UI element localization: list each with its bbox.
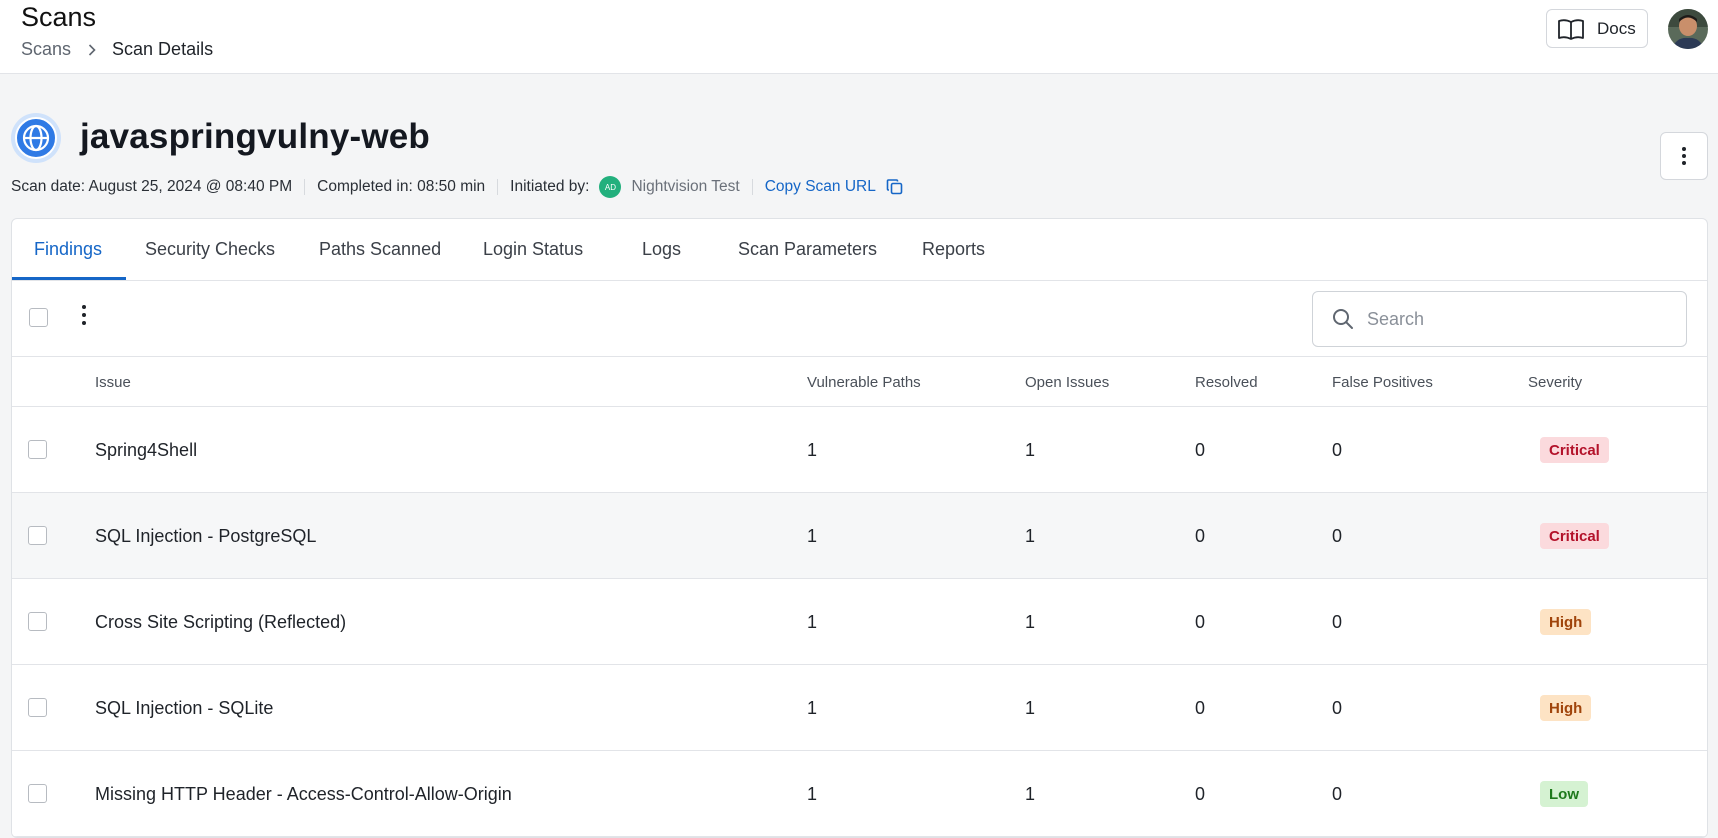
column-resolved[interactable]: Resolved [1195, 374, 1258, 391]
column-issue[interactable]: Issue [95, 374, 131, 391]
severity-badge: High [1540, 695, 1592, 721]
findings-card: Findings Security Checks Paths Scanned L… [11, 218, 1708, 838]
scan-meta: Scan date: August 25, 2024 @ 08:40 PM Co… [11, 176, 904, 198]
chevron-right-icon [85, 43, 99, 57]
vulnerable-paths-cell: 1 [807, 440, 818, 460]
tab-reports[interactable]: Reports [922, 239, 985, 260]
row-checkbox[interactable] [28, 698, 47, 717]
issue-cell: Spring4Shell [95, 440, 198, 460]
copy-scan-url-link[interactable]: Copy Scan URL [765, 178, 876, 196]
resolved-cell: 0 [1195, 526, 1206, 546]
vulnerable-paths-cell: 1 [807, 612, 818, 632]
select-all-checkbox[interactable] [29, 308, 48, 327]
book-icon [1558, 18, 1584, 40]
table-row[interactable]: Cross Site Scripting (Reflected) 1 1 0 0 High [12, 579, 1707, 665]
severity-badge: Critical [1540, 523, 1609, 549]
search-input[interactable] [1367, 308, 1667, 330]
breadcrumb: Scans Scan Details [21, 39, 213, 60]
scan-actions-button[interactable] [1660, 132, 1708, 180]
page-title: Scans [21, 2, 97, 32]
tab-paths-scanned[interactable]: Paths Scanned [319, 239, 441, 260]
scan-icon-badge [11, 113, 61, 163]
table-row[interactable]: SQL Injection - PostgreSQL 1 1 0 0 Critical [12, 493, 1707, 579]
search-box[interactable] [1312, 291, 1687, 347]
column-vulnerable-paths[interactable]: Vulnerable Paths [807, 374, 921, 391]
tab-logs[interactable]: Logs [642, 239, 681, 260]
open-issues-cell: 1 [1025, 698, 1036, 718]
completed-in: Completed in: 08:50 min [317, 178, 486, 195]
resolved-cell: 0 [1195, 440, 1206, 460]
false-positives-cell: 0 [1332, 440, 1343, 460]
open-issues-cell: 1 [1025, 440, 1036, 460]
user-avatar[interactable] [1668, 9, 1708, 49]
issue-cell: SQL Injection - PostgreSQL [95, 526, 317, 546]
top-bar: Scans Scans Scan Details Docs [0, 0, 1718, 74]
scan-name: javaspringvulny-web [80, 117, 431, 156]
open-issues-cell: 1 [1025, 612, 1036, 632]
initiated-by-label: Initiated by: [510, 178, 590, 195]
table-header: Issue Vulnerable Paths Open Issues Resol… [12, 357, 1707, 407]
vulnerable-paths-cell: 1 [807, 784, 818, 804]
tab-login-status[interactable]: Login Status [483, 239, 583, 260]
table-row[interactable]: SQL Injection - SQLite 1 1 0 0 High [12, 665, 1707, 751]
initiator-name: Nightvision Test [631, 178, 740, 195]
docs-label: Docs [1597, 18, 1636, 38]
resolved-cell: 0 [1195, 784, 1206, 804]
open-issues-cell: 1 [1025, 784, 1036, 804]
docs-button[interactable]: Docs [1546, 9, 1648, 48]
tab-bar: Findings Security Checks Paths Scanned L… [12, 219, 1707, 281]
copy-icon[interactable] [886, 178, 904, 196]
tab-security-checks[interactable]: Security Checks [145, 239, 275, 260]
resolved-cell: 0 [1195, 698, 1206, 718]
issue-cell: Cross Site Scripting (Reflected) [95, 612, 347, 632]
tab-findings[interactable]: Findings [34, 239, 102, 260]
breadcrumb-current: Scan Details [112, 39, 214, 59]
severity-badge: Low [1540, 781, 1588, 807]
vertical-dots-icon[interactable] [80, 303, 88, 327]
severity-badge: Critical [1540, 437, 1609, 463]
resolved-cell: 0 [1195, 612, 1206, 632]
false-positives-cell: 0 [1332, 784, 1343, 804]
vulnerable-paths-cell: 1 [807, 698, 818, 718]
row-checkbox[interactable] [28, 612, 47, 631]
column-open-issues[interactable]: Open Issues [1025, 374, 1109, 391]
search-icon [1333, 309, 1353, 329]
active-tab-indicator [12, 277, 126, 280]
open-issues-cell: 1 [1025, 526, 1036, 546]
false-positives-cell: 0 [1332, 698, 1343, 718]
table-toolbar [12, 281, 1707, 357]
column-false-positives[interactable]: False Positives [1332, 374, 1433, 391]
column-severity[interactable]: Severity [1528, 374, 1582, 391]
issue-cell: Missing HTTP Header - Access-Control-All… [95, 784, 512, 804]
tab-scan-parameters[interactable]: Scan Parameters [738, 239, 877, 260]
scan-date: Scan date: August 25, 2024 @ 08:40 PM [11, 178, 293, 195]
row-checkbox[interactable] [28, 440, 47, 459]
row-checkbox[interactable] [28, 526, 47, 545]
initiator-avatar: AD [599, 176, 622, 198]
severity-badge: High [1540, 609, 1592, 635]
globe-icon [22, 124, 50, 152]
vulnerable-paths-cell: 1 [807, 526, 818, 546]
false-positives-cell: 0 [1332, 526, 1343, 546]
false-positives-cell: 0 [1332, 612, 1343, 632]
row-checkbox[interactable] [28, 784, 47, 803]
table-row[interactable]: Spring4Shell 1 1 0 0 Critical [12, 407, 1707, 493]
issue-cell: SQL Injection - SQLite [95, 698, 274, 718]
breadcrumb-scans-link[interactable]: Scans [21, 39, 71, 60]
table-row[interactable]: Missing HTTP Header - Access-Control-All… [12, 751, 1707, 837]
vertical-dots-icon [1682, 147, 1686, 165]
